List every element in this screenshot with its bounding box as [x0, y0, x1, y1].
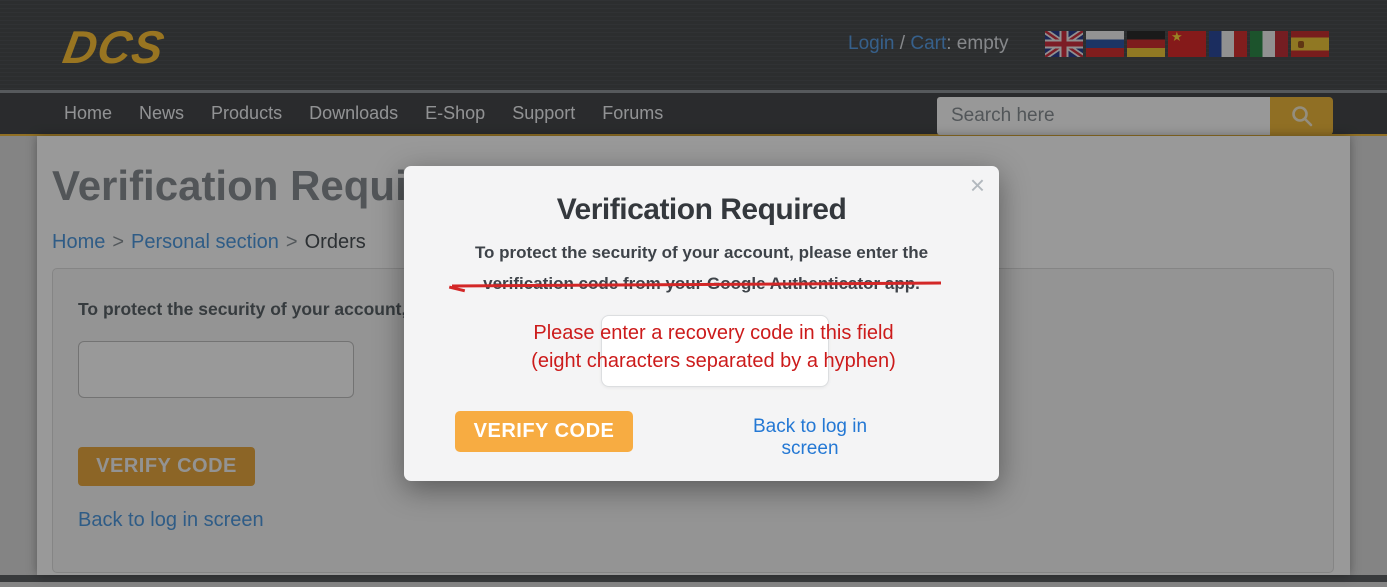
recovery-code-annotation: Please enter a recovery code in this fie… [404, 319, 999, 375]
modal-instruction-text: To protect the security of your account,… [404, 237, 999, 299]
modal-title: Verification Required [404, 193, 999, 227]
verification-modal: × Verification Required To protect the s… [404, 166, 999, 481]
modal-back-to-login-link[interactable]: Back to log in screen [723, 416, 897, 460]
close-icon[interactable]: × [970, 172, 985, 198]
annotation-line2: (eight characters separated by a hyphen) [428, 347, 999, 375]
modal-verify-code-button[interactable]: VERIFY CODE [455, 411, 633, 452]
modal-instruction-line1: To protect the security of your account,… [404, 237, 999, 268]
annotation-line1: Please enter a recovery code in this fie… [428, 319, 999, 347]
